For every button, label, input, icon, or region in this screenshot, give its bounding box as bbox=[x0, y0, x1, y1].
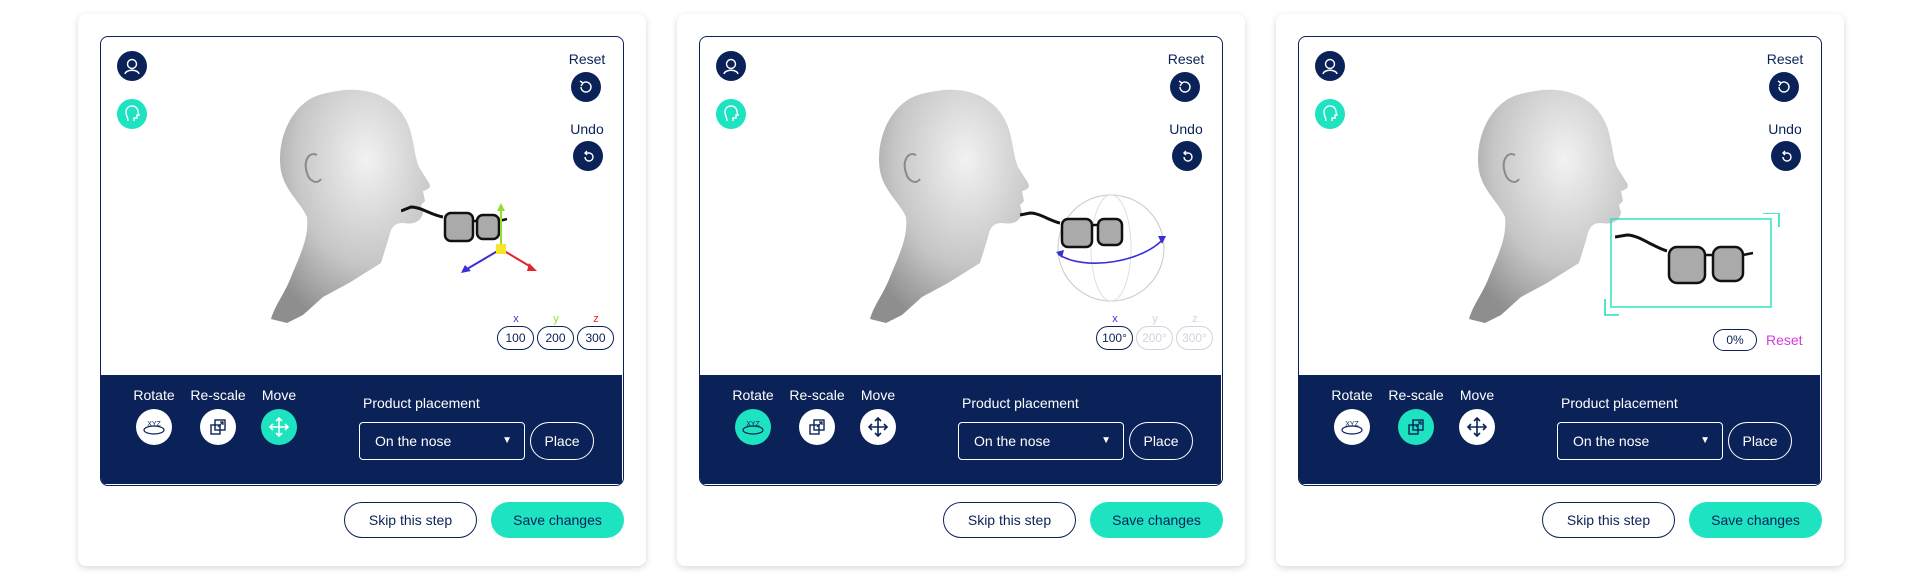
undo-icon[interactable] bbox=[1172, 141, 1202, 171]
head-model bbox=[870, 89, 1029, 323]
move-gizmo[interactable] bbox=[451, 197, 551, 287]
editor-card-rescale: Reset Undo 0% Reset Rotate XYZ Re-scale … bbox=[1276, 14, 1844, 566]
tools-bar: Rotate XYZ Re-scale Move Product placeme… bbox=[101, 375, 622, 484]
axis-y-label: y bbox=[553, 313, 559, 325]
axis-x-label: x bbox=[513, 313, 519, 325]
axis-x-label: x bbox=[1112, 313, 1118, 325]
tools-bar: Rotate XYZ Re-scale Move Product placeme… bbox=[700, 375, 1221, 484]
viewer-panel: Reset Undo bbox=[100, 36, 624, 486]
reset-icon[interactable] bbox=[1769, 72, 1799, 102]
axis-y-value[interactable]: 200 bbox=[537, 326, 574, 350]
undo-icon[interactable] bbox=[573, 141, 603, 171]
viewer-panel: Reset Undo bbox=[699, 36, 1223, 486]
reset-icon[interactable] bbox=[571, 72, 601, 102]
profile-icon[interactable] bbox=[1315, 51, 1345, 81]
placement-value: On the nose bbox=[974, 433, 1051, 449]
rescale-tool[interactable]: Re-scale bbox=[185, 387, 251, 445]
head-side-icon[interactable] bbox=[117, 99, 147, 129]
move-tool[interactable]: Move bbox=[1444, 387, 1510, 445]
rotate-label: Rotate bbox=[1331, 387, 1373, 403]
place-button[interactable]: Place bbox=[530, 422, 594, 460]
axis-y-label: y bbox=[1152, 313, 1158, 325]
scale-value[interactable]: 0% bbox=[1713, 329, 1757, 351]
editor-card-rotate: Reset Undo x y z 100° 200° 300° Rotate X… bbox=[677, 14, 1245, 566]
placement-select[interactable]: On the nose ▼ bbox=[1557, 422, 1723, 460]
rotate-label: Rotate bbox=[133, 387, 175, 403]
product-placement-label: Product placement bbox=[363, 395, 480, 411]
axis-y-value[interactable]: 200° bbox=[1136, 326, 1173, 350]
rescale-icon[interactable] bbox=[799, 409, 835, 445]
chevron-down-icon: ▼ bbox=[1700, 435, 1710, 446]
move-tool[interactable]: Move bbox=[246, 387, 312, 445]
head-side-icon[interactable] bbox=[716, 99, 746, 129]
glasses-model[interactable] bbox=[1020, 205, 1130, 255]
move-label: Move bbox=[860, 387, 896, 403]
save-changes-button[interactable]: Save changes bbox=[1689, 502, 1822, 538]
place-button[interactable]: Place bbox=[1129, 422, 1193, 460]
viewer-panel: Reset Undo bbox=[1298, 36, 1822, 486]
rescale-label: Re-scale bbox=[789, 387, 845, 403]
undo-label: Undo bbox=[1768, 121, 1802, 137]
move-tool[interactable]: Move bbox=[845, 387, 911, 445]
glasses-model[interactable] bbox=[1615, 229, 1761, 291]
rotate-tool[interactable]: Rotate XYZ bbox=[121, 387, 187, 445]
axis-z-value[interactable]: 300° bbox=[1176, 326, 1213, 350]
axis-z-label: z bbox=[593, 313, 599, 325]
rotate-xyz-icon[interactable]: XYZ bbox=[1334, 409, 1370, 445]
move-label: Move bbox=[1459, 387, 1495, 403]
rotate-tool[interactable]: Rotate XYZ bbox=[720, 387, 786, 445]
placement-value: On the nose bbox=[1573, 433, 1650, 449]
axis-z-value[interactable]: 300 bbox=[577, 326, 614, 350]
rescale-tool[interactable]: Re-scale bbox=[784, 387, 850, 445]
reset-label: Reset bbox=[1766, 51, 1804, 67]
reset-icon[interactable] bbox=[1170, 72, 1200, 102]
product-placement-label: Product placement bbox=[1561, 395, 1678, 411]
rescale-icon[interactable] bbox=[200, 409, 236, 445]
product-placement-label: Product placement bbox=[962, 395, 1079, 411]
rescale-label: Re-scale bbox=[1388, 387, 1444, 403]
head-side-icon[interactable] bbox=[1315, 99, 1345, 129]
profile-icon[interactable] bbox=[716, 51, 746, 81]
undo-label: Undo bbox=[570, 121, 604, 137]
skip-step-button[interactable]: Skip this step bbox=[1542, 502, 1675, 538]
rotate-xyz-icon[interactable]: XYZ bbox=[735, 409, 771, 445]
move-label: Move bbox=[261, 387, 297, 403]
placement-value: On the nose bbox=[375, 433, 452, 449]
move-arrows-icon[interactable] bbox=[261, 409, 297, 445]
chevron-down-icon: ▼ bbox=[1101, 435, 1111, 446]
chevron-down-icon: ▼ bbox=[502, 435, 512, 446]
3d-stage[interactable]: Reset Undo bbox=[1299, 37, 1820, 375]
axis-x-value[interactable]: 100° bbox=[1096, 326, 1133, 350]
editor-card-move: Reset Undo x y z 100 200 300 Rotate XYZ … bbox=[78, 14, 646, 566]
undo-icon[interactable] bbox=[1771, 141, 1801, 171]
rotate-tool[interactable]: Rotate XYZ bbox=[1319, 387, 1385, 445]
tools-bar: Rotate XYZ Re-scale Move Product placeme… bbox=[1299, 375, 1820, 484]
axis-x-value[interactable]: 100 bbox=[497, 326, 534, 350]
placement-select[interactable]: On the nose ▼ bbox=[359, 422, 525, 460]
reset-label: Reset bbox=[1167, 51, 1205, 67]
undo-label: Undo bbox=[1169, 121, 1203, 137]
save-changes-button[interactable]: Save changes bbox=[491, 502, 624, 538]
rotate-xyz-icon[interactable]: XYZ bbox=[136, 409, 172, 445]
rotate-label: Rotate bbox=[732, 387, 774, 403]
skip-step-button[interactable]: Skip this step bbox=[943, 502, 1076, 538]
profile-icon[interactable] bbox=[117, 51, 147, 81]
move-arrows-icon[interactable] bbox=[1459, 409, 1495, 445]
save-changes-button[interactable]: Save changes bbox=[1090, 502, 1223, 538]
axis-z-label: z bbox=[1192, 313, 1198, 325]
rescale-icon[interactable] bbox=[1398, 409, 1434, 445]
3d-stage[interactable]: Reset Undo bbox=[700, 37, 1221, 375]
rescale-tool[interactable]: Re-scale bbox=[1383, 387, 1449, 445]
reset-label: Reset bbox=[568, 51, 606, 67]
3d-stage[interactable]: Reset Undo bbox=[101, 37, 622, 375]
move-arrows-icon[interactable] bbox=[860, 409, 896, 445]
placement-select[interactable]: On the nose ▼ bbox=[958, 422, 1124, 460]
rescale-label: Re-scale bbox=[190, 387, 246, 403]
scale-reset-link[interactable]: Reset bbox=[1766, 332, 1803, 348]
skip-step-button[interactable]: Skip this step bbox=[344, 502, 477, 538]
place-button[interactable]: Place bbox=[1728, 422, 1792, 460]
